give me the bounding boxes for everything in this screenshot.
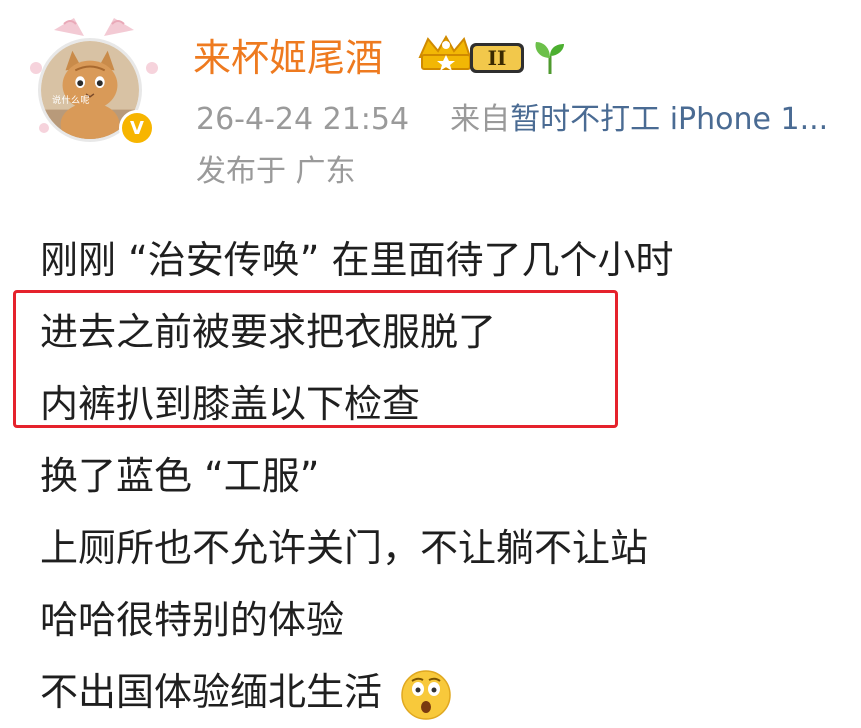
post-line: 换了蓝色 “工服” — [40, 454, 320, 498]
vip-level-label: II — [488, 46, 507, 70]
post-meta: 26-4-24 21:54 来自暂时不打工 iPhone 1... — [196, 98, 828, 142]
avatar-caption: 说什么呢 — [52, 96, 91, 106]
shocked-face-emoji — [401, 669, 451, 720]
post-line: 内裤扒到膝盖以下检查 — [40, 382, 421, 426]
post-line: 上厕所也不允许关门，不让躺不让站 — [40, 526, 649, 570]
post-line: 哈哈很特别的体验 — [40, 598, 345, 642]
post-location: 发布于 广东 — [196, 154, 356, 189]
sprout-icon[interactable] — [530, 36, 570, 76]
post-line: 进去之前被要求把衣服脱了 — [40, 310, 497, 354]
post-line-last: 不出国体验缅北生活 — [40, 656, 840, 728]
post-line-text: 不出国体验缅北生活 — [40, 670, 383, 714]
username[interactable]: 来杯姬尾酒 — [193, 30, 383, 86]
vip-crown-icon[interactable]: II — [416, 33, 528, 81]
post-line: 刚刚 “治安传唤” 在里面待了几个小时 — [40, 238, 674, 282]
post-timestamp: 26-4-24 21:54 — [196, 102, 410, 137]
source-device-link[interactable]: 暂时不打工 iPhone 1... — [510, 102, 828, 137]
avatar-container[interactable]: 说什么呢 V — [24, 18, 164, 158]
verified-icon: V — [119, 110, 155, 146]
source-prefix: 来自 — [450, 102, 511, 137]
post-body: 刚刚 “治安传唤” 在里面待了几个小时 进去之前被要求把衣服脱了 内裤扒到膝盖以… — [40, 224, 840, 728]
